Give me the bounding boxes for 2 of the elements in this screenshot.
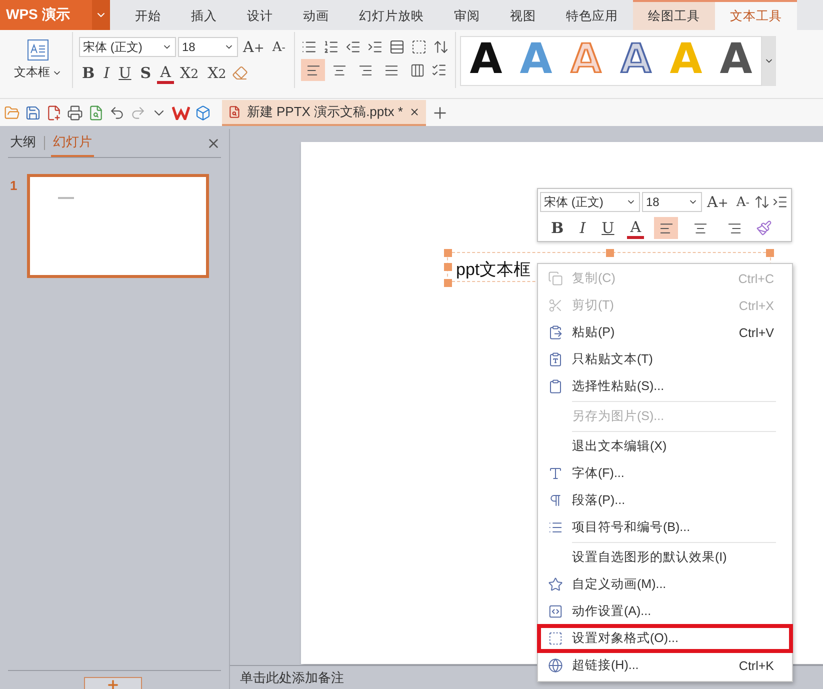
document-tab-title: 新建 PPTX 演示文稿.pptx * <box>246 102 403 120</box>
slide-number: 1 <box>10 178 18 195</box>
